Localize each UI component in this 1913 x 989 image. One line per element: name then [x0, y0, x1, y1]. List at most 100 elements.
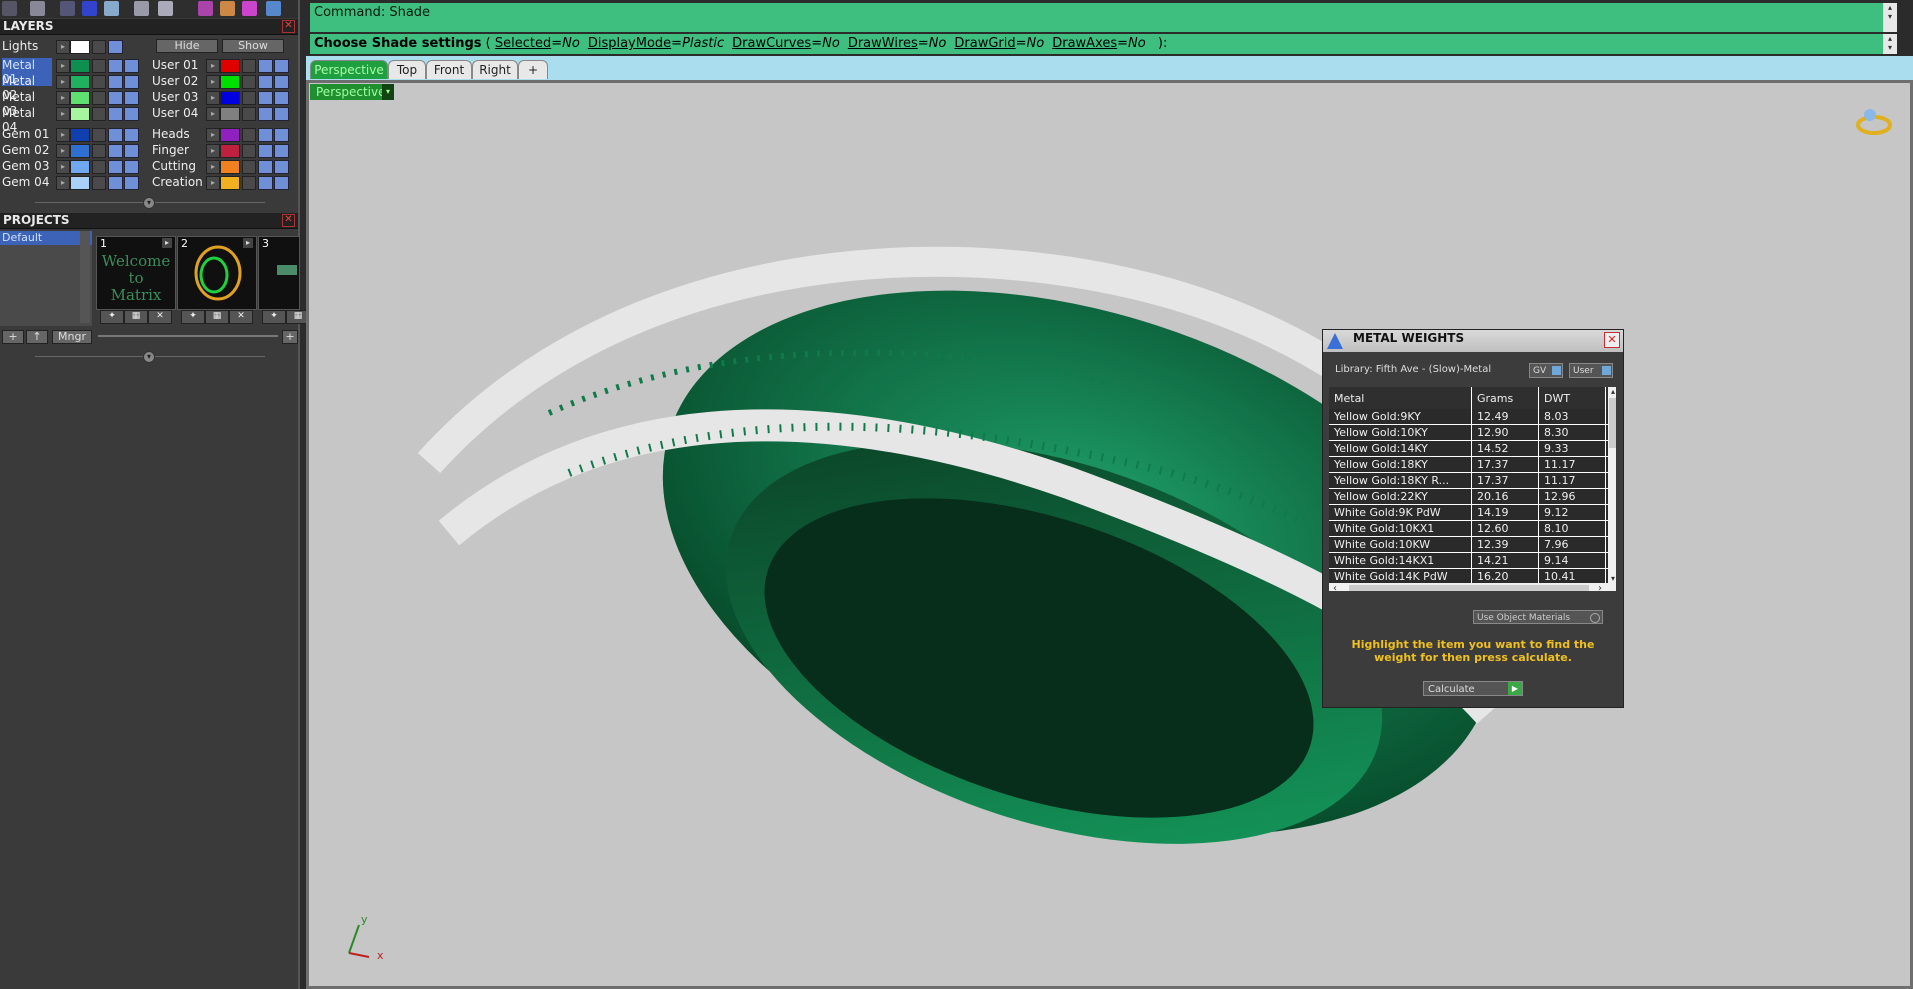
lights-toggle[interactable]: [108, 40, 123, 54]
layer-color-swatch[interactable]: [70, 176, 90, 190]
project-item[interactable]: Default: [0, 231, 92, 245]
prompt-option[interactable]: DrawGrid=No: [954, 36, 1044, 51]
ring-icon[interactable]: [242, 1, 257, 16]
expand-icon[interactable]: ▸: [56, 128, 70, 142]
horizontal-scrollbar[interactable]: ‹ ›: [1329, 583, 1616, 591]
zoom-in-icon[interactable]: +: [282, 330, 298, 344]
layer-row[interactable]: Creation ▸: [150, 175, 298, 190]
visibility-toggle[interactable]: [124, 160, 139, 174]
expand-icon[interactable]: ▸: [206, 176, 220, 190]
visibility-toggle[interactable]: [108, 144, 123, 158]
layer-color-swatch[interactable]: [220, 144, 240, 158]
vertical-scrollbar[interactable]: ▴ ▾: [1608, 387, 1616, 583]
lock-icon[interactable]: [242, 176, 256, 190]
table-row[interactable]: White Gold:9K PdW14.199.1212.59: [1329, 504, 1616, 521]
visibility-toggle[interactable]: [124, 75, 139, 89]
scroll-thumb[interactable]: [1609, 398, 1616, 448]
project-thumbnail-1[interactable]: 1 ▸ Welcome to Matrix: [96, 236, 176, 310]
use-object-materials-toggle[interactable]: Use Object Materials: [1473, 610, 1603, 624]
bookmark-icon[interactable]: [82, 1, 97, 16]
expand-icon[interactable]: ▸: [206, 128, 220, 142]
visibility-toggle[interactable]: [258, 128, 273, 142]
lights-color[interactable]: [70, 40, 90, 54]
prompt-option[interactable]: Selected=No: [495, 36, 580, 51]
visibility-toggle[interactable]: [108, 176, 123, 190]
prompt-option[interactable]: DrawWires=No: [848, 36, 947, 51]
layer-row[interactable]: Gem 02 ▸: [0, 143, 148, 158]
save-icon[interactable]: ▦: [205, 310, 229, 324]
visibility-toggle[interactable]: [108, 128, 123, 142]
layer-color-swatch[interactable]: [70, 128, 90, 142]
lock-icon[interactable]: [92, 59, 106, 73]
visibility-toggle[interactable]: [124, 176, 139, 190]
visibility-toggle[interactable]: [274, 75, 289, 89]
move-icon[interactable]: ✦: [100, 310, 124, 324]
layer-color-swatch[interactable]: [220, 75, 240, 89]
visibility-toggle[interactable]: [274, 128, 289, 142]
layer-row[interactable]: Gem 03 ▸: [0, 159, 148, 174]
layer-row[interactable]: Metal 02 ▸: [0, 74, 148, 102]
dialog-titlebar[interactable]: METAL WEIGHTS ✕: [1323, 330, 1623, 352]
chevron-right-icon[interactable]: ›: [1598, 583, 1602, 591]
layer-name[interactable]: Gem 03: [2, 159, 52, 173]
add-view-icon[interactable]: +: [518, 60, 548, 79]
filter-icon[interactable]: [104, 1, 119, 16]
visibility-toggle[interactable]: [108, 160, 123, 174]
move-icon[interactable]: ✦: [262, 310, 286, 324]
lock-icon[interactable]: [242, 59, 256, 73]
shield-icon[interactable]: [266, 1, 281, 16]
visibility-toggle[interactable]: [274, 59, 289, 73]
expand-icon[interactable]: ▸: [206, 144, 220, 158]
tree-icon[interactable]: [134, 1, 149, 16]
layer-color-swatch[interactable]: [220, 128, 240, 142]
expand-icon[interactable]: ▸: [56, 75, 70, 89]
project-thumbnail-3[interactable]: 3: [258, 236, 300, 310]
visibility-toggle[interactable]: [274, 107, 289, 121]
layer-color-swatch[interactable]: [220, 160, 240, 174]
layer-row[interactable]: Gem 04 ▸: [0, 175, 148, 190]
manager-button[interactable]: Mngr: [52, 330, 92, 344]
table-row[interactable]: Yellow Gold:22KY20.1612.9617.89: [1329, 488, 1616, 505]
chevron-left-icon[interactable]: ‹: [1333, 583, 1337, 591]
expand-icon[interactable]: ▸: [206, 107, 220, 121]
layer-color-swatch[interactable]: [70, 75, 90, 89]
layer-row[interactable]: Finger ▸: [150, 143, 298, 158]
table-row[interactable]: White Gold:10KW12.397.9610.99: [1329, 536, 1616, 553]
lock-icon[interactable]: [242, 128, 256, 142]
scroll-icon[interactable]: ▴ ▾: [1883, 3, 1897, 32]
layer-name[interactable]: User 02: [152, 74, 202, 88]
visibility-toggle[interactable]: [274, 144, 289, 158]
up-button[interactable]: ↑: [26, 330, 48, 344]
expand-icon[interactable]: ▸: [56, 91, 70, 105]
lock-icon[interactable]: [242, 107, 256, 121]
expand-icon[interactable]: ▸: [56, 40, 70, 54]
add-project-button[interactable]: +: [2, 330, 24, 344]
grid-icon[interactable]: [2, 1, 17, 16]
lock-icon[interactable]: [92, 107, 106, 121]
ring-model[interactable]: [309, 83, 1910, 986]
visibility-toggle[interactable]: [258, 176, 273, 190]
layer-name[interactable]: User 01: [152, 58, 202, 72]
visibility-toggle[interactable]: [258, 91, 273, 105]
layer-name[interactable]: Creation: [152, 175, 203, 189]
show-button[interactable]: Show: [222, 39, 284, 53]
visibility-toggle[interactable]: [258, 59, 273, 73]
visibility-toggle[interactable]: [274, 160, 289, 174]
layer-color-swatch[interactable]: [70, 144, 90, 158]
column-header[interactable]: Grams: [1471, 387, 1539, 409]
table-row[interactable]: Yellow Gold:10KY12.908.3011.45: [1329, 424, 1616, 441]
layer-row[interactable]: Heads ▸: [150, 127, 298, 142]
tab-top[interactable]: Top: [388, 60, 426, 79]
move-icon[interactable]: ✦: [181, 310, 205, 324]
layer-color-swatch[interactable]: [220, 59, 240, 73]
visibility-toggle[interactable]: [108, 107, 123, 121]
visibility-toggle[interactable]: [258, 107, 273, 121]
table-row[interactable]: Yellow Gold:18KY17.3711.1715.41: [1329, 456, 1616, 473]
layer-color-swatch[interactable]: [220, 176, 240, 190]
expand-icon[interactable]: ▸: [206, 75, 220, 89]
ring-navigator-icon[interactable]: [1854, 103, 1894, 143]
lock-icon[interactable]: [92, 176, 106, 190]
viewport-label[interactable]: Perspective ▾: [310, 84, 394, 100]
cube-icon[interactable]: [60, 1, 75, 16]
layer-name[interactable]: Finger: [152, 143, 202, 157]
